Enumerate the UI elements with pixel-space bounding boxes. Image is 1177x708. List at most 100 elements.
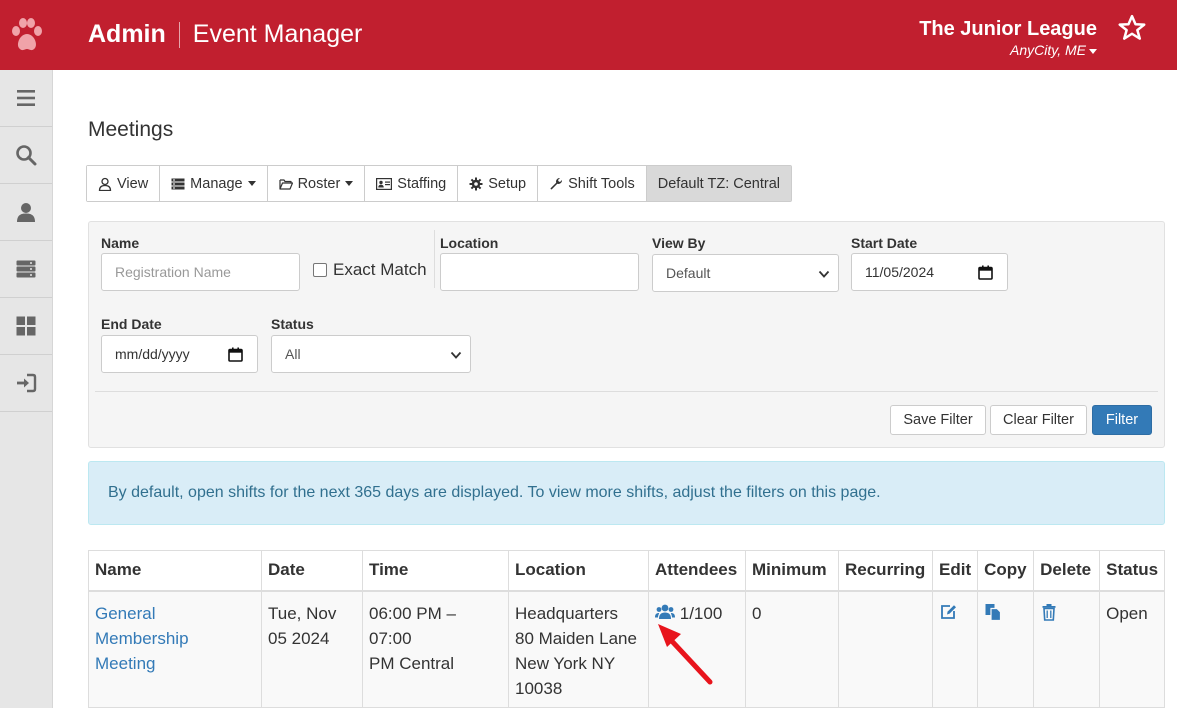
status-value: All	[285, 346, 301, 362]
status-value: Open	[1106, 603, 1148, 623]
default-tz-button[interactable]: Default TZ: Central	[646, 166, 791, 201]
location-line: Headquarters	[515, 603, 619, 623]
col-attendees[interactable]: Attendees	[648, 550, 746, 592]
staffing-button[interactable]: Staffing	[365, 166, 459, 201]
sidebar-item-sign-in[interactable]	[0, 355, 52, 412]
calendar-icon[interactable]	[978, 265, 993, 280]
clear-filter-button[interactable]: Clear Filter	[990, 405, 1087, 435]
brand[interactable]: Admin Event Manager	[88, 20, 362, 49]
sidebar-item-search[interactable]	[0, 127, 52, 184]
date-line: 05 2024	[268, 628, 330, 648]
star-icon[interactable]	[1117, 13, 1147, 43]
status-select[interactable]: All	[271, 335, 471, 373]
view-by-label: View By	[652, 235, 706, 251]
shift-tools-button[interactable]: Shift Tools	[538, 166, 647, 201]
status-label: Status	[271, 316, 314, 332]
col-recurring[interactable]: Recurring	[838, 550, 933, 592]
location-line: New York NY	[515, 653, 616, 673]
meeting-name-link[interactable]: General Membership Meeting	[95, 604, 189, 673]
sidebar	[0, 70, 53, 708]
sign-in-icon	[17, 373, 37, 393]
folder-open-icon	[278, 178, 293, 190]
roster-dropdown[interactable]: Roster	[267, 166, 366, 201]
org-name: The Junior League	[919, 18, 1097, 40]
view-by-value: Default	[666, 265, 711, 281]
toolbar: View Manage Roster Staffing Setup Shift …	[86, 165, 792, 202]
view-label: View	[117, 175, 149, 192]
manage-dropdown[interactable]: Manage	[160, 166, 268, 201]
server-icon	[16, 260, 36, 278]
location-label: Location	[440, 235, 499, 251]
cell-time: 06:00 PM – 07:00 PM Central	[362, 590, 509, 708]
location-input[interactable]	[440, 253, 639, 291]
exact-match-box[interactable]	[313, 263, 327, 277]
paw-logo-icon[interactable]	[10, 16, 44, 54]
copy-icon[interactable]	[984, 603, 1002, 621]
start-date-label: Start Date	[851, 235, 918, 251]
name-placeholder: Registration Name	[115, 264, 231, 280]
user-icon	[17, 203, 35, 222]
sidebar-item-user[interactable]	[0, 184, 52, 241]
view-by-select[interactable]: Default	[652, 254, 839, 292]
brand-app-name: Event Manager	[192, 20, 363, 48]
cell-delete	[1033, 590, 1101, 708]
cell-edit	[931, 590, 979, 708]
annotation-arrow-icon	[658, 624, 713, 685]
name-label: Name	[101, 235, 140, 251]
save-filter-button[interactable]: Save Filter	[890, 405, 986, 435]
setup-button[interactable]: Setup	[458, 166, 539, 201]
location-line: 80 Maiden Lane	[515, 628, 637, 648]
brand-divider	[178, 21, 180, 48]
location-line: 10038	[515, 678, 563, 698]
id-card-icon	[376, 177, 393, 190]
end-date-label: End Date	[101, 316, 162, 332]
calendar-icon[interactable]	[228, 347, 243, 362]
exact-match-checkbox[interactable]: Exact Match	[313, 260, 427, 280]
cell-recurring	[838, 590, 933, 708]
col-status[interactable]: Status	[1099, 550, 1166, 592]
col-minimum[interactable]: Minimum	[745, 550, 839, 592]
start-date-input[interactable]: 11/05/2024	[851, 253, 1008, 291]
meetings-table: Name Date Time Location Attendees Minimu…	[88, 550, 1166, 708]
org-switcher[interactable]: The Junior League AnyCity, ME	[919, 18, 1097, 58]
view-button[interactable]: View	[87, 166, 161, 201]
filter-divider	[434, 230, 435, 288]
end-date-input[interactable]: mm/dd/yyyy	[101, 335, 258, 373]
col-date[interactable]: Date	[261, 550, 363, 592]
name-input[interactable]: Registration Name	[101, 253, 300, 291]
meeting-name-line: Membership	[95, 628, 189, 648]
info-alert: By default, open shifts for the next 365…	[88, 461, 1165, 525]
dashboard-icon	[16, 316, 36, 336]
col-time[interactable]: Time	[362, 550, 509, 592]
sidebar-item-dashboard[interactable]	[0, 298, 52, 355]
minimum-value: 0	[752, 603, 762, 623]
cell-minimum: 0	[745, 590, 839, 708]
cell-location: Headquarters 80 Maiden Lane New York NY …	[508, 590, 649, 708]
date-line: Tue, Nov	[268, 603, 337, 623]
filter-button[interactable]: Filter	[1092, 405, 1152, 435]
roster-label: Roster	[297, 175, 341, 192]
col-edit: Edit	[931, 550, 979, 592]
manage-label: Manage	[190, 175, 243, 192]
default-tz-label: Default TZ: Central	[657, 175, 780, 192]
meeting-name-line: Meeting	[95, 653, 156, 673]
info-message: By default, open shifts for the next 365…	[108, 484, 881, 501]
trash-icon[interactable]	[1040, 603, 1058, 621]
chevron-down-icon	[818, 270, 830, 278]
org-city: AnyCity, ME	[1010, 42, 1086, 58]
user-outline-icon	[98, 177, 112, 191]
col-location[interactable]: Location	[508, 550, 649, 592]
table-row: General Membership Meeting Tue, Nov 05 2…	[88, 590, 1166, 708]
cell-status: Open	[1099, 590, 1166, 708]
wrench-icon	[550, 177, 563, 189]
shift-tools-label: Shift Tools	[568, 175, 635, 192]
chevron-down-icon	[247, 181, 256, 186]
meeting-name-line: General	[95, 603, 156, 623]
sidebar-item-menu[interactable]	[0, 70, 52, 127]
page-title: Meetings	[88, 118, 174, 141]
chevron-down-icon	[1089, 48, 1097, 54]
col-name[interactable]: Name	[88, 550, 262, 592]
sidebar-item-server[interactable]	[0, 241, 52, 298]
edit-icon[interactable]	[939, 603, 957, 621]
table-header-row: Name Date Time Location Attendees Minimu…	[88, 550, 1166, 592]
